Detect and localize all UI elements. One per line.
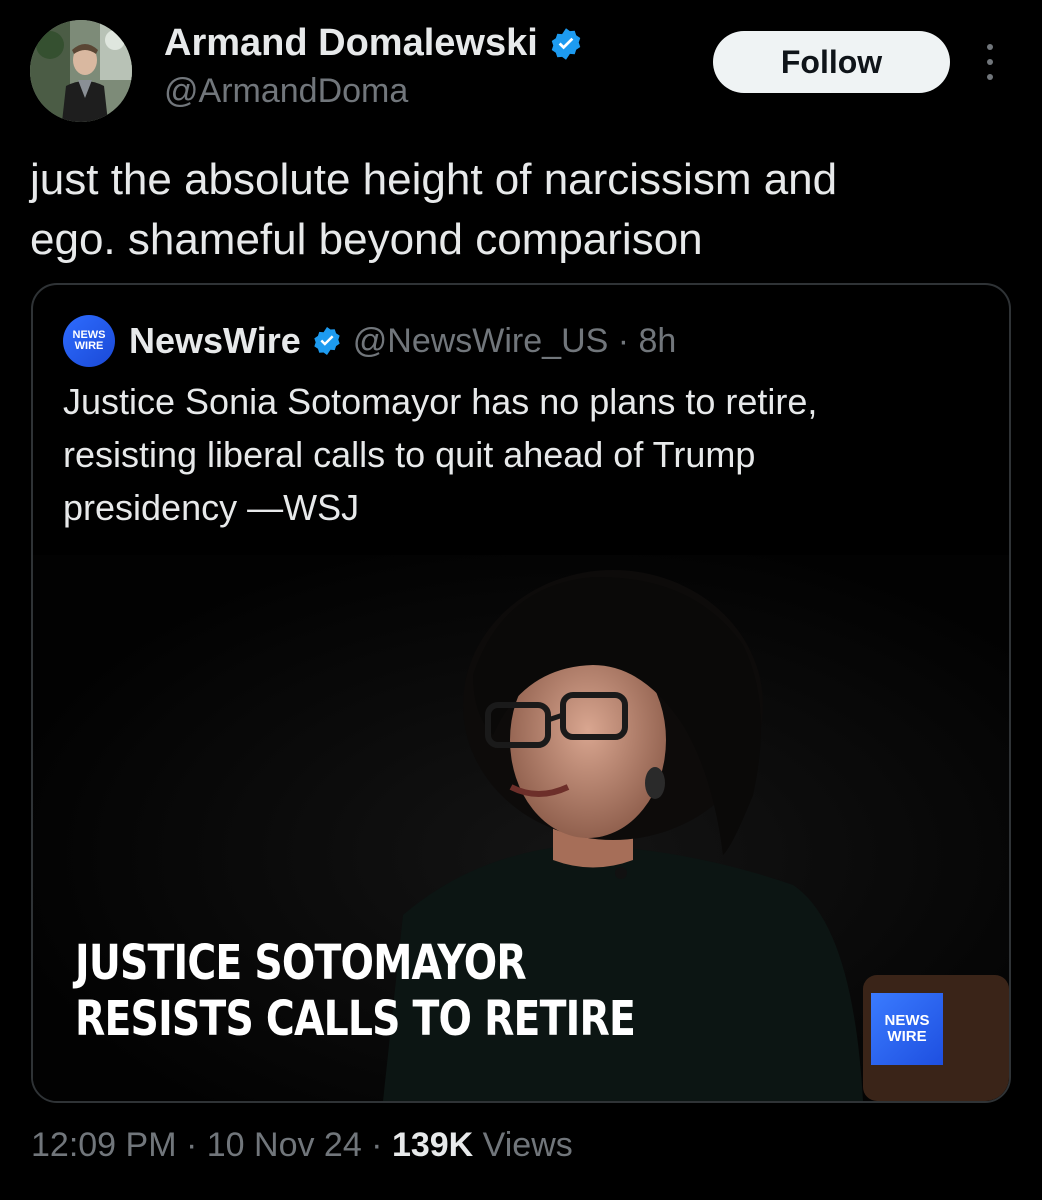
- verified-badge-icon: [548, 26, 584, 62]
- tweet-text: just the absolute height of narcissism a…: [30, 150, 1010, 270]
- author-avatar[interactable]: [30, 20, 132, 122]
- quoted-author-handle-time[interactable]: @NewsWire_US · 8h: [353, 322, 677, 361]
- tweet-metadata: 12:09 PM · 10 Nov 24 · 139K Views: [31, 1126, 573, 1165]
- more-vertical-icon[interactable]: [980, 44, 1000, 80]
- avatar-photo: [30, 20, 132, 122]
- quoted-tweet-text: Justice Sonia Sotomayor has no plans to …: [63, 375, 973, 534]
- logo-text: NEWS: [884, 1012, 930, 1029]
- quoted-text-line: Justice Sonia Sotomayor has no plans to …: [63, 381, 818, 422]
- newswire-logo-icon: NEWS WIRE: [871, 993, 943, 1065]
- quoted-text-line: resisting liberal calls to quit ahead of…: [63, 434, 756, 475]
- follow-button[interactable]: Follow: [713, 31, 950, 93]
- quoted-author-name[interactable]: NewsWire: [129, 320, 301, 362]
- logo-text: WIRE: [74, 340, 104, 352]
- tweet-text-line: just the absolute height of narcissism a…: [30, 155, 838, 204]
- quoted-tweet-header: NEWS WIRE NewsWire @NewsWire_US · 8h: [63, 315, 676, 367]
- author-name-row[interactable]: Armand Domalewski: [164, 22, 584, 65]
- views-label: Views: [473, 1126, 573, 1164]
- headline-line: RESISTS CALLS TO RETIRE: [75, 991, 636, 1047]
- quoted-tweet-media[interactable]: JUSTICE SOTOMAYOR RESISTS CALLS TO RETIR…: [33, 555, 1009, 1101]
- media-headline: JUSTICE SOTOMAYOR RESISTS CALLS TO RETIR…: [75, 935, 636, 1047]
- verified-badge-icon: [311, 325, 343, 357]
- quoted-tweet-card[interactable]: NEWS WIRE NewsWire @NewsWire_US · 8h Jus…: [31, 283, 1011, 1103]
- headline-line: JUSTICE SOTOMAYOR: [75, 935, 527, 991]
- newswire-avatar-icon[interactable]: NEWS WIRE: [63, 315, 115, 367]
- views-count: 139K: [391, 1126, 474, 1164]
- author-name[interactable]: Armand Domalewski: [164, 22, 538, 65]
- tweet-text-line: ego. shameful beyond comparison: [30, 215, 703, 264]
- quoted-text-line: presidency —WSJ: [63, 487, 360, 528]
- logo-text: WIRE: [887, 1028, 927, 1045]
- author-handle[interactable]: @ArmandDoma: [164, 72, 408, 111]
- tweet-page: Armand Domalewski @ArmandDoma Follow jus…: [0, 0, 1042, 1200]
- timestamp[interactable]: 12:09 PM · 10 Nov 24 ·: [31, 1126, 392, 1164]
